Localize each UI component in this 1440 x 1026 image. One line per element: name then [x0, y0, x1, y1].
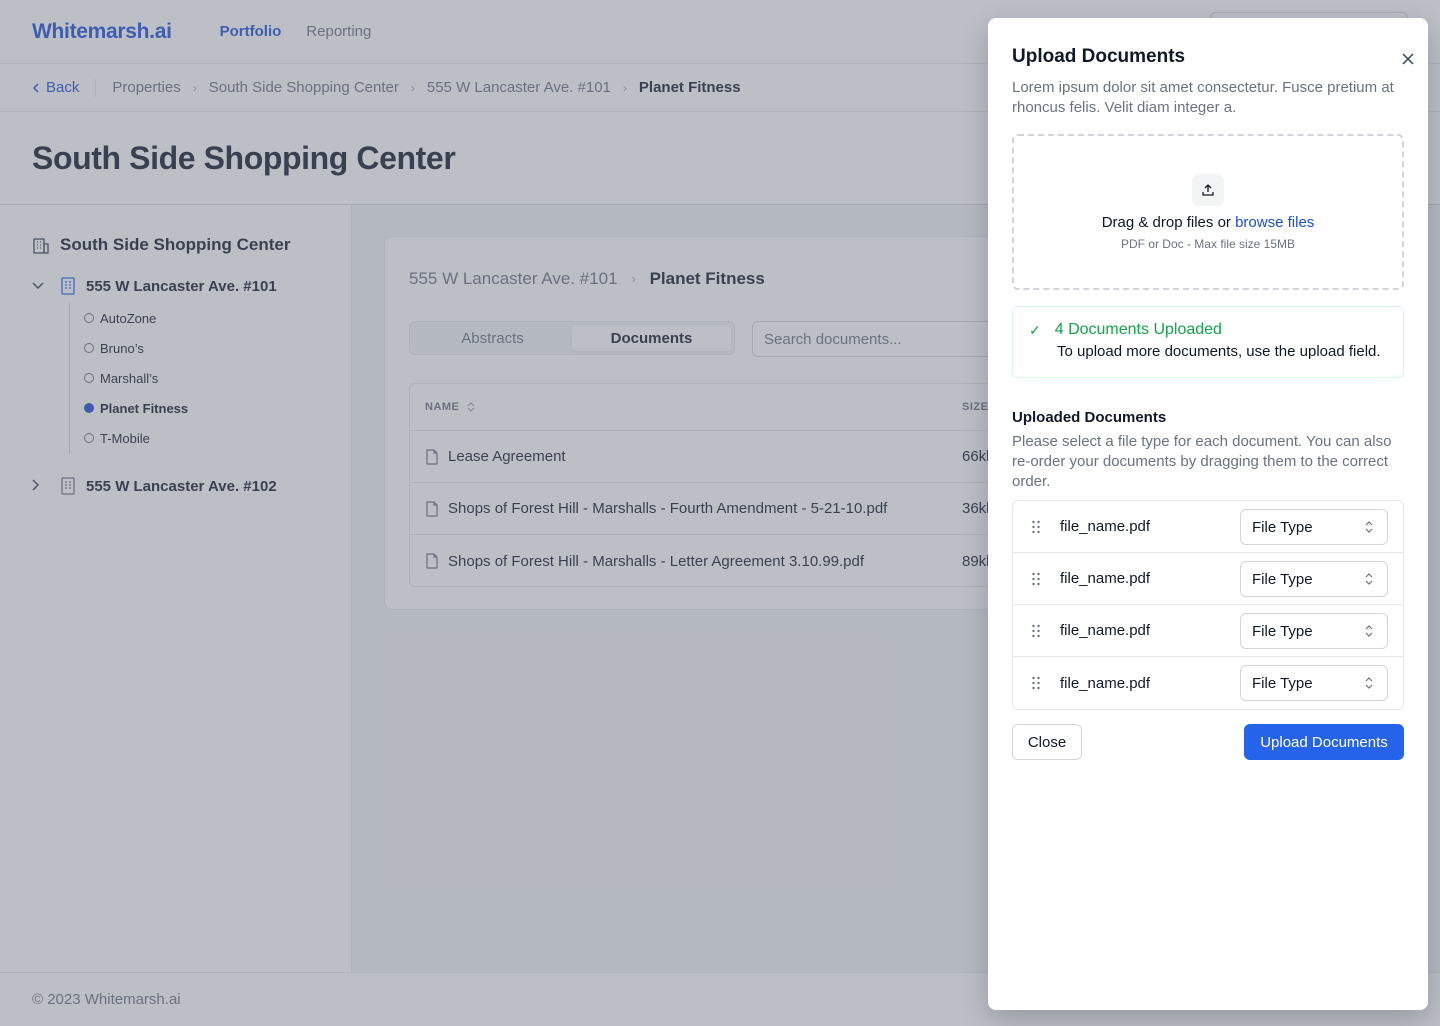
uploaded-documents-desc: Please select a file type for each docum…: [1012, 433, 1392, 490]
file-type-value: File Type: [1252, 570, 1313, 588]
list-item[interactable]: file_name.pdf File Type: [1013, 605, 1403, 657]
uploaded-files-list: file_name.pdf File Type file_name.pdf Fi…: [1012, 500, 1404, 710]
file-name: file_name.pdf: [1060, 570, 1151, 587]
modal-description: Lorem ipsum dolor sit amet consectetur. …: [1012, 79, 1394, 116]
dropzone-text: Drag & drop files or browse files: [1102, 214, 1315, 231]
drag-handle-icon[interactable]: [1031, 520, 1041, 534]
file-type-select[interactable]: File Type: [1240, 561, 1388, 597]
chevron-updown-icon: [1365, 521, 1373, 533]
upload-success-alert: ✓ 4 Documents Uploaded To upload more do…: [1012, 306, 1404, 378]
file-type-select[interactable]: File Type: [1240, 665, 1388, 701]
drag-handle-icon[interactable]: [1031, 676, 1041, 690]
chevron-updown-icon: [1365, 573, 1373, 585]
dropzone-label: Drag & drop files or: [1101, 214, 1231, 231]
file-type-value: File Type: [1252, 674, 1313, 692]
check-icon: ✓: [1029, 321, 1041, 338]
file-type-select[interactable]: File Type: [1240, 509, 1388, 545]
upload-icon: [1202, 184, 1214, 196]
drag-handle-icon[interactable]: [1031, 572, 1041, 586]
success-title: 4 Documents Uploaded: [1054, 321, 1222, 338]
file-type-value: File Type: [1252, 518, 1313, 536]
chevron-updown-icon: [1365, 677, 1373, 689]
uploaded-documents-title: Uploaded Documents: [1012, 409, 1167, 426]
list-item[interactable]: file_name.pdf File Type: [1013, 553, 1403, 605]
file-type-select[interactable]: File Type: [1240, 613, 1388, 649]
browse-files-link[interactable]: browse files: [1235, 214, 1314, 231]
upload-icon-box: [1192, 174, 1224, 206]
success-subtitle: To upload more documents, use the upload…: [1057, 343, 1381, 360]
file-name: file_name.pdf: [1060, 518, 1151, 535]
file-type-value: File Type: [1252, 622, 1313, 640]
dropzone-hint: PDF or Doc - Max file size 15MB: [1120, 237, 1296, 251]
chevron-updown-icon: [1365, 625, 1373, 637]
file-dropzone[interactable]: Drag & drop files or browse files PDF or…: [1012, 134, 1404, 290]
upload-documents-button[interactable]: Upload Documents: [1244, 724, 1404, 760]
file-name: file_name.pdf: [1060, 622, 1151, 639]
close-icon[interactable]: [1400, 51, 1416, 67]
upload-documents-panel: Upload Documents Lorem ipsum dolor sit a…: [988, 18, 1428, 1010]
list-item[interactable]: file_name.pdf File Type: [1013, 501, 1403, 553]
close-button[interactable]: Close: [1012, 724, 1082, 760]
success-title-row: ✓ 4 Documents Uploaded: [1029, 321, 1403, 339]
list-item[interactable]: file_name.pdf File Type: [1013, 657, 1403, 709]
drag-handle-icon[interactable]: [1031, 624, 1041, 638]
file-name: file_name.pdf: [1060, 674, 1151, 692]
modal-title: Upload Documents: [1012, 46, 1186, 67]
